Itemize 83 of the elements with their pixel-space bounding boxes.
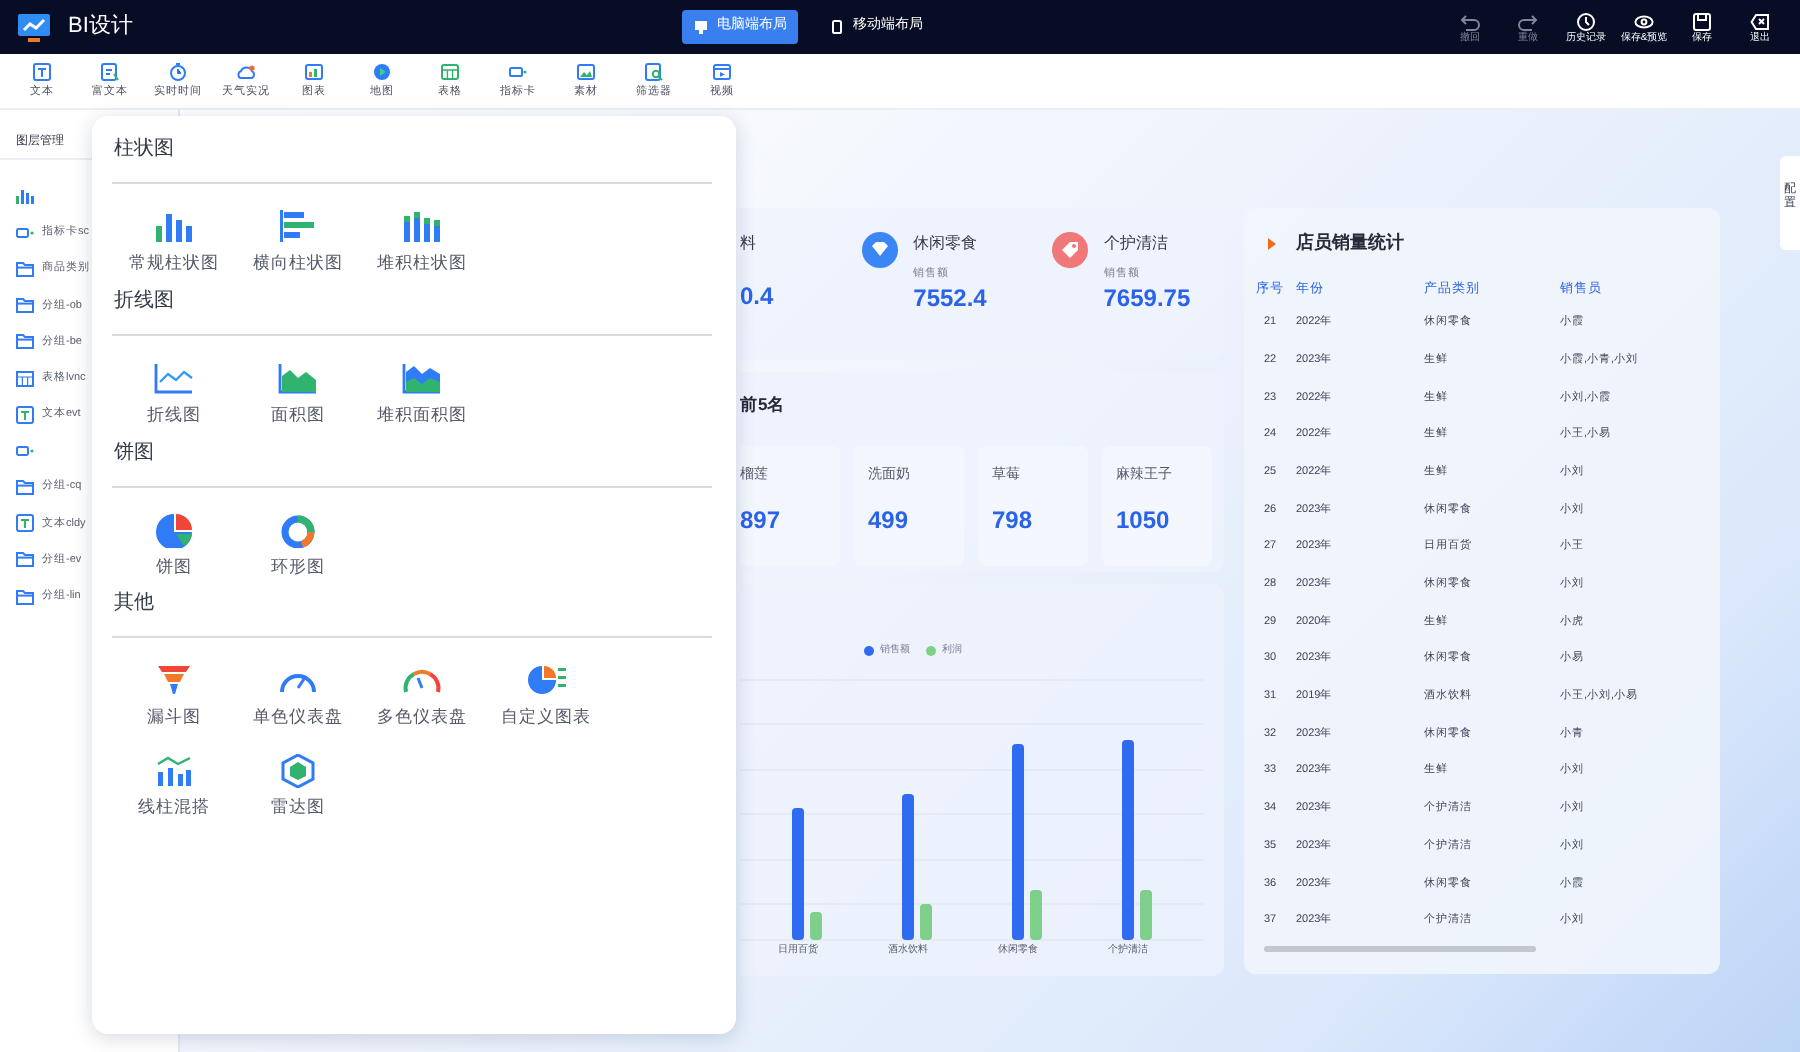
bar — [792, 807, 804, 939]
line-chart-icon — [154, 361, 194, 396]
chart-type-option[interactable]: 折线图 — [112, 361, 236, 427]
section-title: 折线图 — [112, 287, 176, 316]
folder-icon — [16, 296, 34, 315]
bar — [920, 903, 932, 939]
cloud-icon — [236, 62, 256, 82]
diamond-badge-icon — [861, 232, 898, 268]
chart-icon — [304, 62, 324, 82]
bar — [1140, 889, 1152, 939]
card-icon — [16, 441, 34, 460]
metric-value: 7659.75 — [1103, 284, 1191, 312]
folder-icon — [16, 259, 34, 278]
card-title: 前5名 — [740, 392, 788, 416]
chart-type-option[interactable]: 面积图 — [236, 361, 360, 427]
stopwatch-icon — [168, 62, 188, 82]
area-chart-icon — [278, 361, 318, 396]
ranking-value: 1050 — [1116, 506, 1172, 534]
save-icon — [1692, 11, 1712, 31]
chart-type-option[interactable]: 雷达图 — [236, 754, 360, 820]
hexagon-icon — [278, 754, 318, 788]
chart-type-option[interactable]: 堆积柱状图 — [360, 210, 484, 276]
bar-line-combo-icon — [154, 754, 194, 788]
chart-type-option[interactable]: 自定义图表 — [484, 664, 608, 730]
section-title: 柱状图 — [112, 136, 176, 164]
table-icon — [440, 62, 460, 82]
redo-icon — [1518, 11, 1538, 31]
metric-value: 0.4 — [740, 282, 776, 310]
exit-icon — [1750, 11, 1770, 31]
chart-type-option[interactable]: 横向柱状图 — [236, 210, 360, 276]
funnel-icon — [154, 664, 194, 699]
table-icon — [16, 369, 34, 388]
bar-chart-icon — [16, 187, 34, 206]
horizontal-scrollbar[interactable] — [1264, 945, 1536, 952]
ranking-value: 499 — [868, 506, 911, 534]
app-title: BI设计 — [68, 12, 133, 43]
chart-type-option[interactable]: 饼图 — [112, 513, 236, 579]
horizontal-bar-chart-icon — [278, 210, 318, 244]
rich-text-icon — [100, 62, 120, 82]
search-icon — [644, 62, 664, 82]
undo-icon — [1460, 11, 1480, 31]
image-icon — [576, 62, 596, 82]
chart-type-option[interactable]: 常规柱状图 — [112, 210, 236, 276]
text-icon — [32, 62, 52, 82]
bar-chart-icon — [154, 210, 194, 244]
metric-label: 个护清洁 — [1103, 232, 1170, 256]
chart-type-option[interactable]: 漏斗图 — [112, 664, 236, 730]
text-icon — [16, 514, 34, 533]
bar — [810, 911, 822, 939]
eye-icon — [1634, 11, 1654, 31]
phone-icon — [830, 20, 845, 34]
folder-icon — [16, 478, 34, 497]
folder-icon — [16, 332, 34, 351]
table-title: 店员销量统计 — [1296, 230, 1404, 257]
text-icon — [16, 405, 34, 424]
section-title: 饼图 — [112, 439, 156, 467]
folder-icon — [16, 587, 34, 606]
custom-chart-icon — [526, 664, 566, 699]
stacked-bar-chart-icon — [402, 210, 442, 244]
logo-icon — [16, 11, 52, 43]
video-icon — [712, 62, 732, 82]
pie-chart-icon — [154, 513, 194, 547]
card-icon — [16, 223, 34, 242]
tag-badge-icon — [1051, 232, 1088, 268]
caret-icon — [1268, 238, 1276, 250]
section-title: 其他 — [112, 590, 156, 619]
chart-type-option[interactable]: 单色仪表盘 — [236, 664, 360, 730]
ranking-value: 897 — [740, 506, 783, 534]
clock-icon — [1576, 11, 1596, 31]
chart-type-option[interactable]: 堆积面积图 — [360, 361, 484, 427]
bar — [1030, 889, 1042, 939]
ranking-value: 798 — [992, 506, 1035, 534]
chart-type-option[interactable]: 多色仪表盘 — [360, 664, 484, 730]
card-icon — [508, 62, 528, 82]
donut-chart-icon — [278, 513, 318, 547]
monitor-icon — [694, 20, 709, 34]
stacked-area-chart-icon — [402, 361, 442, 396]
metric-label: 休闲零食 — [913, 232, 980, 256]
folder-icon — [16, 550, 34, 569]
metric-label: 料 — [740, 232, 758, 256]
chart-type-option[interactable]: 环形图 — [236, 513, 360, 579]
metric-value: 7552.4 — [913, 284, 987, 312]
chart-type-option[interactable]: 线柱混搭 — [112, 754, 236, 820]
